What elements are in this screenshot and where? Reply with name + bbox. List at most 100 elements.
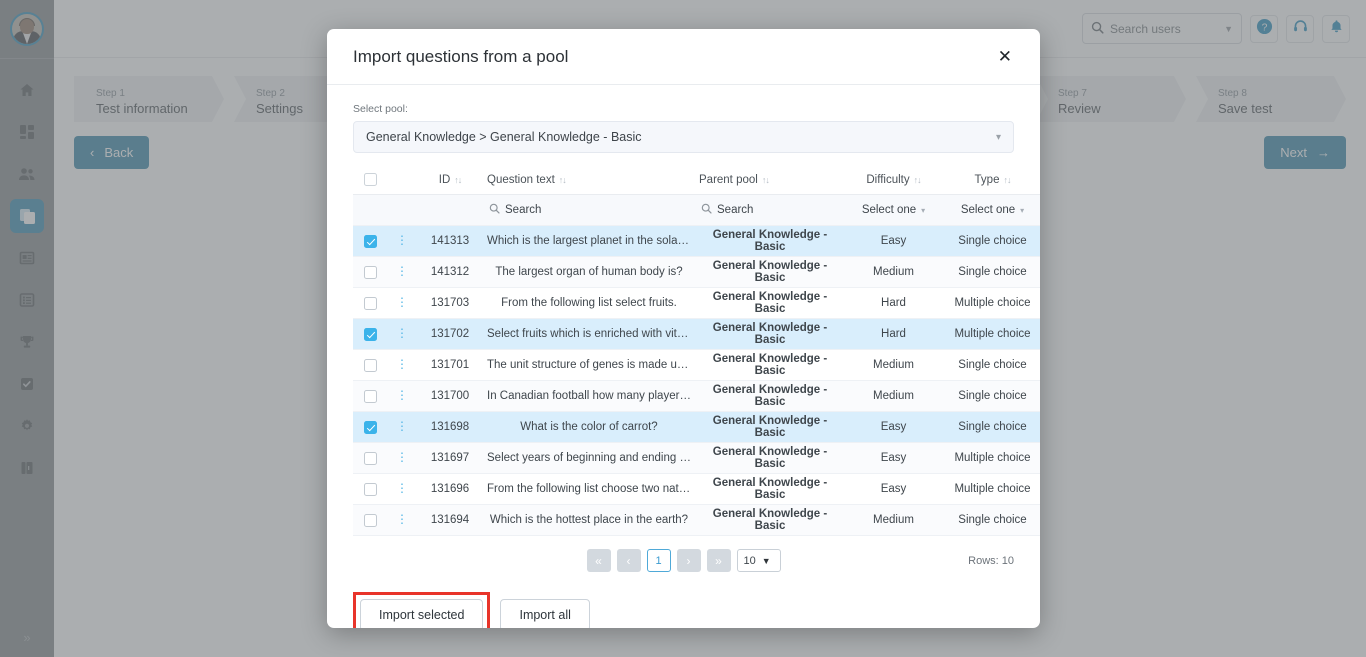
cell-parent-pool[interactable]: General Knowledge - Basic	[695, 225, 845, 257]
more-options-icon[interactable]: ⋮	[396, 295, 408, 309]
current-page-indicator[interactable]: 1	[646, 549, 671, 572]
modal-header: Import questions from a pool ✕	[327, 29, 1040, 85]
table-row[interactable]: ⋮ 131702 Select fruits which is enriched w…	[353, 318, 1040, 350]
row-actions-cell[interactable]: ⋮	[387, 380, 417, 412]
row-select-cell[interactable]	[353, 411, 387, 443]
more-options-icon[interactable]: ⋮	[396, 450, 408, 464]
cell-question-text: Select years of beginning and ending of …	[483, 442, 695, 474]
row-checkbox[interactable]	[363, 451, 377, 465]
cell-difficulty: Medium	[845, 380, 942, 412]
cell-question-text: Select fruits which is enriched with vit…	[483, 318, 695, 350]
row-checkbox[interactable]	[363, 358, 377, 372]
row-checkbox[interactable]	[363, 389, 377, 403]
cell-difficulty: Hard	[845, 287, 942, 319]
column-label: Question text	[487, 173, 555, 186]
import-all-button[interactable]: Import all	[500, 599, 590, 628]
more-options-icon[interactable]: ⋮	[396, 481, 408, 495]
row-actions-cell[interactable]: ⋮	[387, 411, 417, 443]
more-options-icon[interactable]: ⋮	[396, 357, 408, 371]
cell-difficulty: Medium	[845, 256, 942, 288]
table-row[interactable]: ⋮ 131703 From the following list select fr…	[353, 287, 1040, 319]
select-all-checkbox[interactable]	[363, 173, 377, 186]
row-select-cell[interactable]	[353, 256, 387, 288]
more-options-icon[interactable]: ⋮	[396, 388, 408, 402]
table-row[interactable]: ⋮ 141313 Which is the largest planet in th…	[353, 225, 1040, 257]
cell-parent-pool[interactable]: General Knowledge - Basic	[695, 380, 845, 412]
table-row[interactable]: ⋮ 131696 From the following list choose tw…	[353, 473, 1040, 505]
cell-question-text: From the following list select fruits.	[483, 287, 695, 319]
column-header-parent-pool[interactable]: Parent pool ↑↓	[695, 167, 845, 195]
cell-id: 131694	[417, 504, 483, 536]
prev-page-button[interactable]: ‹	[616, 549, 641, 572]
row-checkbox[interactable]	[363, 296, 377, 310]
column-header-type[interactable]: Type ↑↓	[942, 167, 1040, 195]
table-row[interactable]: ⋮ 131694 Which is the hottest place in the…	[353, 504, 1040, 536]
page-size-select[interactable]: 10 ▼	[736, 549, 781, 572]
column-header-difficulty[interactable]: Difficulty ↑↓	[845, 167, 942, 195]
cell-parent-pool[interactable]: General Knowledge - Basic	[695, 256, 845, 288]
row-actions-cell[interactable]: ⋮	[387, 349, 417, 381]
cell-type: Single choice	[942, 504, 1040, 536]
more-options-icon[interactable]: ⋮	[396, 419, 408, 433]
select-pool-label: Select pool:	[353, 103, 408, 115]
cell-difficulty: Easy	[845, 442, 942, 474]
last-page-button[interactable]: »	[706, 549, 731, 572]
table-row[interactable]: ⋮ 131700 In Canadian football how many pla…	[353, 380, 1040, 412]
row-actions-cell[interactable]: ⋮	[387, 504, 417, 536]
row-checkbox[interactable]	[363, 420, 377, 434]
column-header-question-text[interactable]: Question text ↑↓	[483, 167, 695, 195]
row-select-cell[interactable]	[353, 225, 387, 257]
filter-type[interactable]: Select one ▾	[942, 194, 1040, 226]
row-checkbox[interactable]	[363, 265, 377, 279]
cell-type: Single choice	[942, 256, 1040, 288]
row-checkbox[interactable]	[363, 513, 377, 527]
cell-parent-pool[interactable]: General Knowledge - Basic	[695, 442, 845, 474]
filter-difficulty[interactable]: Select one ▾	[845, 194, 942, 226]
row-actions-cell[interactable]: ⋮	[387, 442, 417, 474]
row-select-cell[interactable]	[353, 287, 387, 319]
cell-parent-pool[interactable]: General Knowledge - Basic	[695, 411, 845, 443]
column-header-id[interactable]: ID ↑↓	[417, 167, 483, 195]
row-select-cell[interactable]	[353, 349, 387, 381]
cell-id: 131703	[417, 287, 483, 319]
cell-parent-pool[interactable]: General Knowledge - Basic	[695, 349, 845, 381]
sort-icon: ↑↓	[761, 174, 770, 185]
column-label: Type	[974, 173, 1000, 186]
row-select-cell[interactable]	[353, 318, 387, 350]
close-icon[interactable]: ✕	[992, 44, 1018, 69]
row-checkbox[interactable]	[363, 482, 377, 496]
table-row[interactable]: ⋮ 141312 The largest organ of human body i…	[353, 256, 1040, 288]
row-actions-cell[interactable]: ⋮	[387, 287, 417, 319]
cell-parent-pool[interactable]: General Knowledge - Basic	[695, 287, 845, 319]
first-page-button[interactable]: «	[586, 549, 611, 572]
row-select-cell[interactable]	[353, 473, 387, 505]
filter-question-text[interactable]: Search	[483, 194, 695, 226]
more-options-icon[interactable]: ⋮	[396, 326, 408, 340]
cell-question-text: What is the color of carrot?	[483, 411, 695, 443]
row-checkbox[interactable]	[363, 327, 377, 341]
cell-parent-pool[interactable]: General Knowledge - Basic	[695, 504, 845, 536]
table-row[interactable]: ⋮ 131698 What is the color of carrot? Gener…	[353, 411, 1040, 443]
filter-blank	[417, 194, 483, 226]
row-actions-cell[interactable]: ⋮	[387, 256, 417, 288]
more-options-icon[interactable]: ⋮	[396, 512, 408, 526]
filter-parent-pool[interactable]: Search	[695, 194, 845, 226]
import-selected-button[interactable]: Import selected	[360, 599, 484, 628]
table-row[interactable]: ⋮ 131701 The unit structure of genes is ma…	[353, 349, 1040, 381]
select-pool-dropdown[interactable]: General Knowledge > General Knowledge - …	[353, 121, 1014, 153]
row-actions-cell[interactable]: ⋮	[387, 225, 417, 257]
row-select-cell[interactable]	[353, 504, 387, 536]
column-label: ID	[438, 173, 451, 186]
row-select-cell[interactable]	[353, 442, 387, 474]
row-checkbox[interactable]	[363, 234, 377, 248]
cell-parent-pool[interactable]: General Knowledge - Basic	[695, 473, 845, 505]
row-actions-cell[interactable]: ⋮	[387, 473, 417, 505]
cell-parent-pool[interactable]: General Knowledge - Basic	[695, 318, 845, 350]
more-options-icon[interactable]: ⋮	[396, 233, 408, 247]
row-select-cell[interactable]	[353, 380, 387, 412]
row-actions-cell[interactable]: ⋮	[387, 318, 417, 350]
table-row[interactable]: ⋮ 131697 Select years of beginning and end…	[353, 442, 1040, 474]
filter-placeholder: Search	[717, 204, 754, 216]
next-page-button[interactable]: ›	[676, 549, 701, 572]
more-options-icon[interactable]: ⋮	[396, 264, 408, 278]
